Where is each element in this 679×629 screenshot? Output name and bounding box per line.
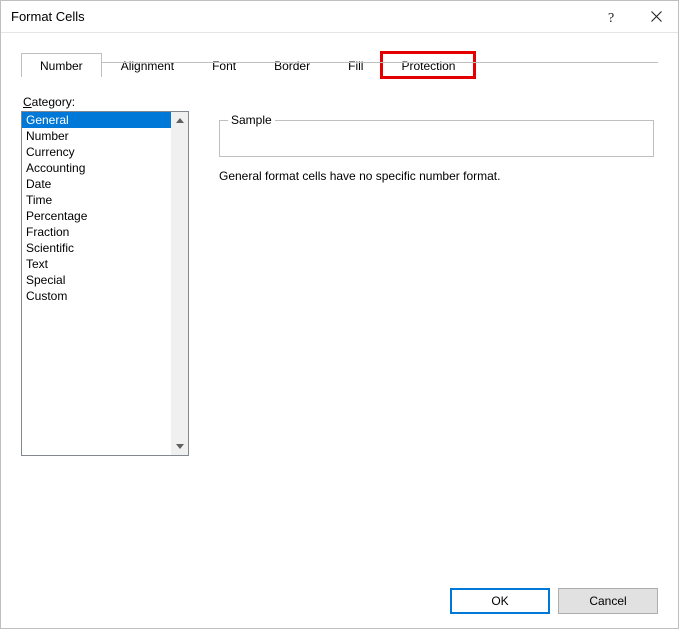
ok-button[interactable]: OK <box>450 588 550 614</box>
scroll-track[interactable] <box>171 129 188 438</box>
category-item[interactable]: General <box>22 112 171 128</box>
sample-legend: Sample <box>228 113 275 127</box>
category-item[interactable]: Number <box>22 128 171 144</box>
dialog-footer: OK Cancel <box>450 588 658 614</box>
category-item[interactable]: Currency <box>22 144 171 160</box>
titlebar: Format Cells ? <box>1 1 678 33</box>
tab-strip: NumberAlignmentFontBorderFillProtection <box>1 33 678 77</box>
tab-fill[interactable]: Fill <box>329 53 382 77</box>
category-item[interactable]: Scientific <box>22 240 171 256</box>
category-item[interactable]: Percentage <box>22 208 171 224</box>
sample-group: Sample <box>219 113 654 157</box>
help-button[interactable]: ? <box>590 2 634 32</box>
category-item[interactable]: Time <box>22 192 171 208</box>
scrollbar[interactable] <box>171 112 188 455</box>
svg-text:?: ? <box>608 11 614 24</box>
tab-protection[interactable]: Protection <box>382 53 474 77</box>
tab-font[interactable]: Font <box>193 53 255 77</box>
category-label: Category: <box>23 95 658 109</box>
scroll-up-button[interactable] <box>171 112 188 129</box>
cancel-button[interactable]: Cancel <box>558 588 658 614</box>
scroll-down-button[interactable] <box>171 438 188 455</box>
category-item[interactable]: Date <box>22 176 171 192</box>
category-item[interactable]: Text <box>22 256 171 272</box>
format-description: General format cells have no specific nu… <box>219 169 654 183</box>
close-button[interactable] <box>634 2 678 32</box>
tab-alignment[interactable]: Alignment <box>102 53 193 77</box>
tab-border[interactable]: Border <box>255 53 329 77</box>
category-listbox[interactable]: GeneralNumberCurrencyAccountingDateTimeP… <box>21 111 189 456</box>
tab-number[interactable]: Number <box>21 53 102 77</box>
category-item[interactable]: Accounting <box>22 160 171 176</box>
category-item[interactable]: Custom <box>22 288 171 304</box>
category-item[interactable]: Special <box>22 272 171 288</box>
category-item[interactable]: Fraction <box>22 224 171 240</box>
dialog-title: Format Cells <box>11 9 590 24</box>
